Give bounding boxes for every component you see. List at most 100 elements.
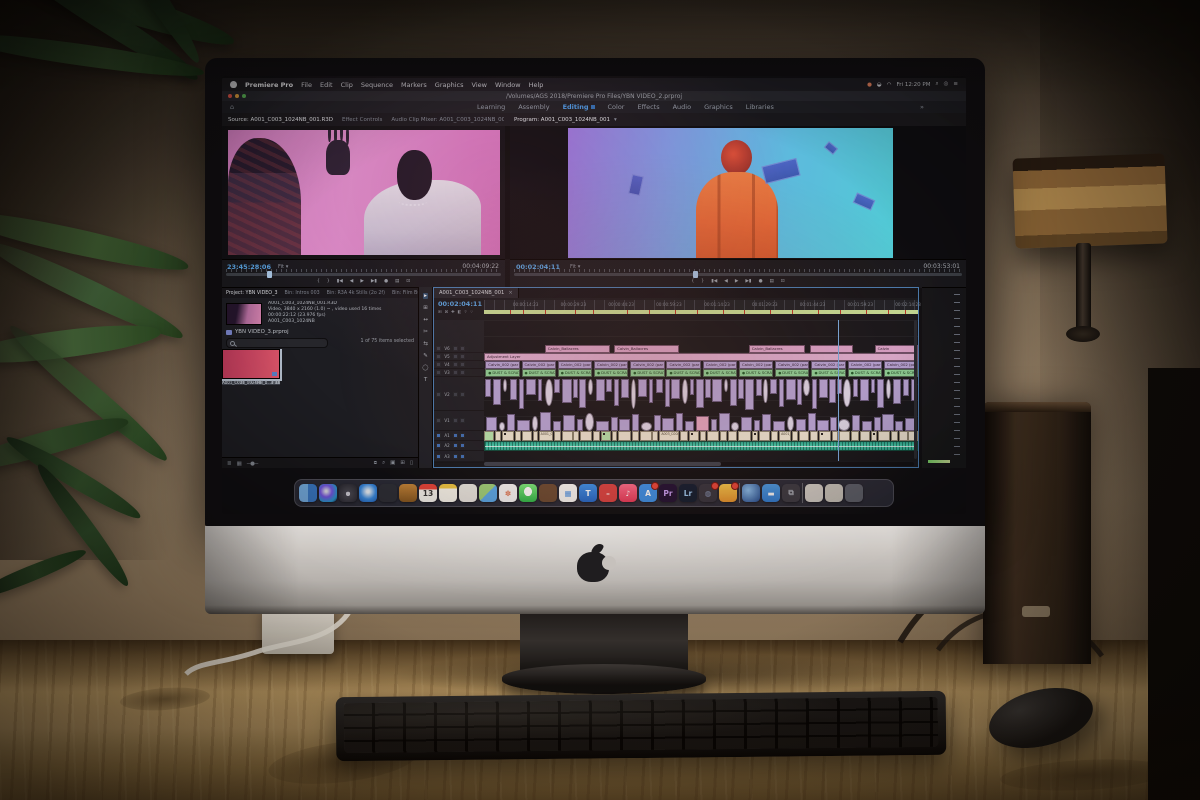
timeline-clip[interactable] (531, 416, 539, 431)
status-icon[interactable]: ≡ (953, 81, 958, 88)
timeline-clip[interactable] (675, 412, 683, 431)
timeline-clip[interactable] (689, 379, 695, 395)
timeline-clip[interactable] (562, 415, 576, 431)
dock-app-icon[interactable] (825, 484, 843, 502)
tool-button[interactable]: ◯ (422, 365, 428, 371)
timeline-clip[interactable] (588, 379, 594, 395)
audio-clip[interactable] (652, 431, 659, 441)
audio-clip[interactable] (562, 431, 573, 441)
audio-clip[interactable] (898, 431, 908, 441)
status-icon[interactable]: ◠ (887, 82, 892, 88)
work-area-bar[interactable] (484, 310, 918, 314)
timeline-clip[interactable] (544, 379, 553, 407)
audio-clip[interactable] (532, 431, 538, 441)
workspace-menu-icon[interactable] (590, 105, 595, 109)
track-mute-toggle[interactable] (453, 354, 458, 359)
timeline-clip[interactable] (655, 379, 663, 394)
dock-app-icon[interactable] (845, 484, 863, 502)
project-toolbar-button[interactable]: ▦ (237, 461, 242, 467)
audio-clip[interactable] (700, 431, 707, 441)
dock-app-icon[interactable]: ♪ (619, 484, 637, 502)
track-header[interactable]: V2 (434, 379, 484, 411)
timeline-clip[interactable] (510, 379, 517, 400)
timeline-clip[interactable] (498, 422, 506, 431)
timeline-clip[interactable] (664, 379, 670, 408)
timeline-clip[interactable]: Calvin_002 (par (738, 361, 774, 369)
track-header[interactable]: V5 (434, 353, 484, 361)
audio-clip[interactable] (819, 431, 832, 441)
timeline-clip[interactable] (819, 379, 828, 399)
workspace-overflow-icon[interactable]: » (920, 103, 924, 111)
timeline-clip[interactable] (873, 417, 881, 431)
transport-button[interactable]: ◀ (350, 279, 354, 284)
audio-clip[interactable] (752, 431, 759, 441)
timeline-clip[interactable] (654, 415, 661, 431)
project-toolbar-button[interactable]: ⊞ (400, 460, 405, 467)
transport-button[interactable]: } (701, 279, 704, 284)
timeline-clip[interactable]: Calvin_002 (par (847, 361, 882, 369)
timeline-clip[interactable] (705, 379, 711, 398)
dock-app-icon[interactable] (479, 484, 497, 502)
timeline-vertical-scrollbar[interactable] (914, 320, 917, 459)
audio-clip[interactable] (580, 431, 593, 441)
track-mute-toggle[interactable] (453, 392, 458, 397)
timeline-clip[interactable]: Calvin_002 (par (883, 361, 918, 369)
effect-clip[interactable]: DUST & SCRATC (738, 369, 774, 377)
track-header[interactable]: V4 (434, 361, 484, 369)
track-mute-toggle[interactable] (453, 346, 458, 351)
timeline-clip[interactable]: Calvin_002 (par (702, 361, 738, 369)
timeline-clip[interactable] (807, 413, 816, 431)
workspace-tab[interactable]: Libraries (746, 103, 774, 111)
audio-clip[interactable]: A003_C008_1024NB (659, 431, 680, 441)
dock-app-icon[interactable]: ▬ (762, 484, 780, 502)
timeline-clip[interactable] (895, 420, 904, 431)
menu-item[interactable]: Graphics (435, 81, 464, 89)
timeline-option-icon[interactable]: ⊠ (445, 309, 449, 315)
timeline-clip[interactable]: Calvin_002 (par (630, 361, 665, 369)
dock-app-icon[interactable]: – (599, 484, 617, 502)
dock-app-icon[interactable] (359, 484, 377, 502)
timeline-clip[interactable] (740, 417, 753, 431)
status-icon[interactable]: ● (867, 82, 872, 88)
dock-app-icon[interactable] (802, 483, 803, 503)
transport-button[interactable]: ▶ (360, 279, 364, 284)
transport-button[interactable]: ● (758, 279, 762, 284)
dock-app-icon[interactable] (439, 484, 457, 502)
timeline-clip[interactable] (573, 379, 578, 399)
project-clip-item[interactable]: A001_C031_1024NB_0...3:34:19 (222, 349, 280, 385)
track-header[interactable]: V6 (434, 345, 484, 353)
dock-app-icon[interactable]: ▦ (559, 484, 577, 502)
track-lock-toggle[interactable] (436, 362, 441, 367)
timeline-clip[interactable] (486, 417, 497, 431)
dock-app-icon[interactable]: ◍ (699, 482, 719, 502)
source-panel-tab[interactable]: Source: A001_C003_1024NB_001.R3D (228, 117, 333, 123)
project-toolbar-button[interactable]: ▣ (390, 460, 395, 467)
program-scrubber[interactable] (514, 271, 962, 278)
track-visibility-toggle[interactable] (460, 418, 465, 423)
track-mute-toggle[interactable] (453, 433, 458, 438)
track-header[interactable]: V1 (434, 411, 484, 431)
timeline-clip[interactable] (809, 345, 853, 353)
audio-clip[interactable] (759, 431, 771, 441)
timeline-clip[interactable] (503, 379, 508, 392)
workspace-tab[interactable]: Assembly (518, 103, 549, 111)
workspace-tab[interactable]: Graphics (704, 103, 733, 111)
track-header[interactable]: A1 (434, 431, 484, 441)
track-visibility-toggle[interactable] (460, 346, 465, 351)
timeline-clip[interactable] (540, 412, 552, 431)
track-header[interactable]: V3 (434, 369, 484, 377)
audio-clip[interactable] (707, 431, 720, 441)
project-toolbar-button[interactable]: ─●─ (247, 461, 258, 467)
menu-item[interactable]: View (472, 81, 487, 89)
audio-clip[interactable] (771, 431, 779, 441)
audio-clip[interactable] (891, 431, 899, 441)
timeline-clip[interactable] (903, 379, 910, 396)
timeline-clip[interactable] (595, 379, 605, 402)
transport-button[interactable]: ⊡ (781, 279, 785, 284)
timeline-clip[interactable] (537, 379, 543, 402)
timeline-clip[interactable] (516, 420, 530, 431)
transport-button[interactable]: ▶▮ (371, 279, 377, 284)
tool-button[interactable]: T (424, 377, 427, 383)
track-header[interactable]: A2 (434, 441, 484, 451)
timeline-clip[interactable] (631, 413, 640, 431)
